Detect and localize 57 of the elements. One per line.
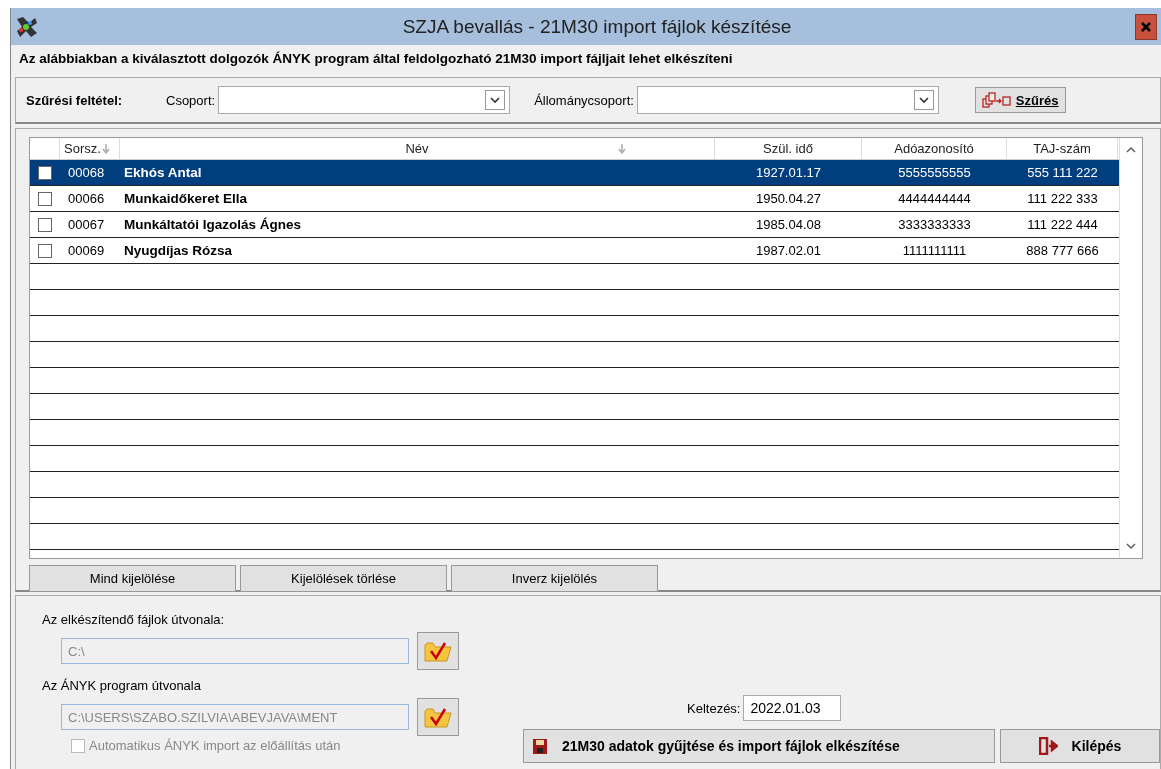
row-checkbox[interactable] [38, 165, 52, 180]
column-header[interactable]: TAJ-szám [1007, 138, 1118, 159]
table-cell-text: Munkáltatói Igazolás Ágnes [123, 216, 303, 234]
row-checkbox[interactable] [38, 191, 52, 206]
table-cell-text: 888 777 666 [1025, 242, 1100, 260]
checkbox-label: Automatikus ÁNYK import az előállítás után [89, 738, 341, 753]
table-cell-text: 111 222 333 [1026, 190, 1099, 208]
table-cell-text: 1111111111 [901, 242, 968, 260]
table-cell-text: 00069 [67, 242, 106, 260]
exit-button[interactable]: Kilépés [1000, 729, 1160, 763]
description-text: Az alábbiakban a kiválasztott dolgozók ÁNYK program által feldolgozható 21M30 import fájljait lehet elkészíteni [18, 50, 734, 68]
browse-button[interactable] [417, 632, 459, 670]
table-cell-text: 555 111 222 [1026, 164, 1099, 182]
filter-button[interactable]: Szűrés [974, 87, 1066, 113]
table-cell-text: 1987.02.01 [754, 242, 823, 260]
table-cell-text: 3333333333 [897, 216, 972, 234]
app-icon [15, 14, 39, 39]
table-cell-text: Munkaidőkeret Ella [123, 190, 249, 208]
close-button[interactable] [1135, 13, 1157, 40]
date-label: Keltezés: [687, 700, 741, 716]
column-header[interactable]: Név [120, 138, 715, 159]
table-cell-text: 00068 [67, 164, 106, 182]
column-header[interactable]: Adóazonosító [862, 138, 1007, 159]
row-checkbox[interactable] [38, 243, 52, 258]
path-label: Az ÁNYK program útvonala [42, 678, 202, 695]
table-cell-text: 1950.04.27 [754, 190, 823, 208]
field-label: Csoport: [166, 92, 216, 108]
selection-button[interactable]: Kijelölések törlése [240, 565, 447, 592]
selection-button[interactable]: Inverz kijelölés [451, 565, 658, 592]
column-header[interactable]: Szül. idő [715, 138, 862, 159]
table-cell-text: Ekhós Antal [123, 164, 203, 182]
dropdown-field[interactable] [218, 86, 511, 114]
filter-icon [981, 92, 1012, 108]
table-cell-text: 5555555555 [897, 164, 972, 182]
table-cell-text: 00067 [67, 216, 106, 234]
table-row[interactable]: 00068 Ekhós Antal 1927.01.17 5555555555 555 111 222 [30, 160, 1119, 186]
filter-label: Szűrési feltétel: [26, 92, 124, 108]
column-header[interactable]: Sorsz. [60, 138, 120, 159]
exit-icon [1038, 737, 1058, 755]
close-icon [1139, 19, 1153, 34]
row-checkbox[interactable] [38, 217, 52, 232]
table-cell-text: Nyugdíjas Rózsa [123, 242, 234, 260]
path-label: Az elkészítendő fájlok útvonala: [42, 612, 226, 629]
table-cell-text: 1985.04.08 [754, 216, 823, 234]
table-cell-text: 111 222 444 [1026, 216, 1099, 234]
table-row[interactable]: 00066 Munkaidőkeret Ella 1950.04.27 4444444444 111 222 333 [30, 186, 1119, 212]
date-field[interactable]: 2022.01.03 [743, 695, 842, 721]
table-row[interactable]: 00067 Munkáltatói Igazolás Ágnes 1985.04.08 3333333333 111 222 444 [30, 212, 1119, 238]
table-cell-text: 4444444444 [897, 190, 972, 208]
table-cell-text: 1927.01.17 [754, 164, 823, 182]
browse-button[interactable] [417, 698, 459, 736]
table-cell-text: 00066 [67, 190, 106, 208]
generate-button[interactable]: 21M30 adatok gyűjtése és import fájlok elkészítése [523, 729, 995, 763]
selection-button[interactable]: Mind kijelölése [29, 565, 236, 592]
window-title: SZJA bevallás - 21M30 import fájlok készítése [401, 15, 793, 38]
field-label: Állománycsoport: [534, 92, 634, 108]
dropdown-field[interactable] [636, 86, 939, 114]
